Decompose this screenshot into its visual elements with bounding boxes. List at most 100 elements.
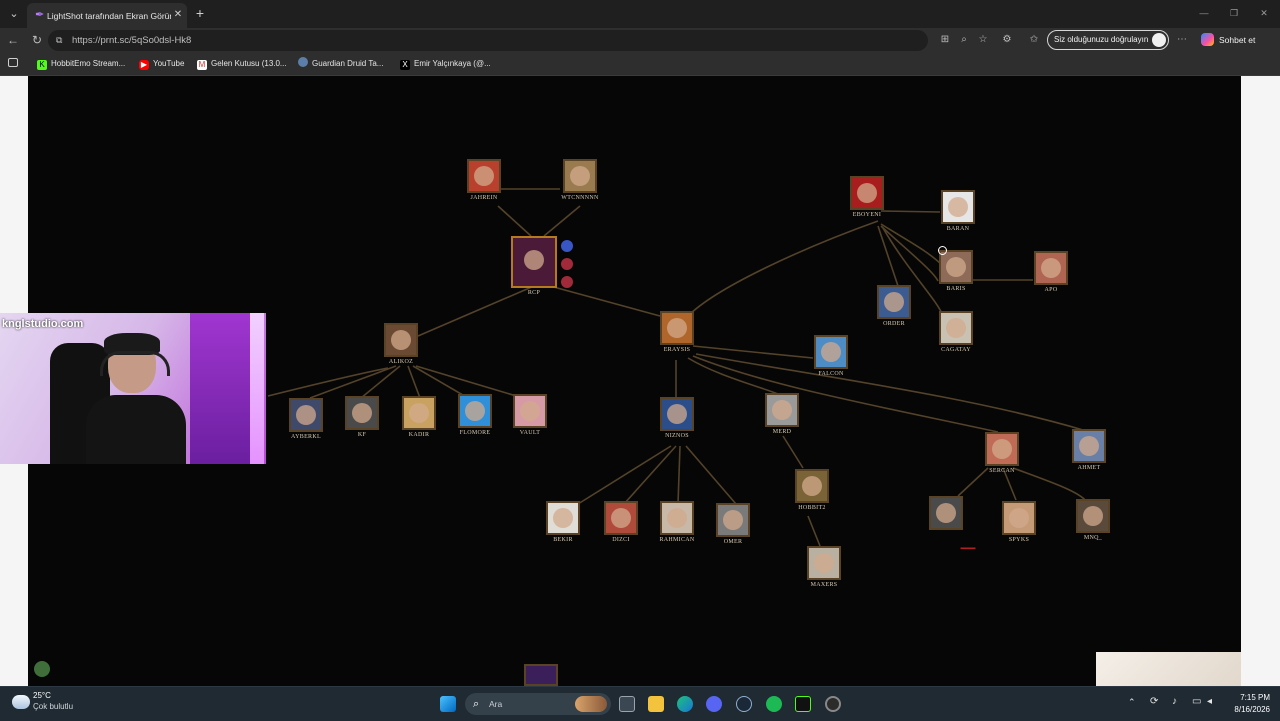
discord-icon[interactable] — [706, 696, 722, 712]
avatar — [948, 197, 968, 217]
bookmark-gmail[interactable]: M Gelen Kutusu (13.0... — [197, 57, 287, 71]
cut-off-node — [524, 664, 558, 686]
profile-verify-button[interactable]: Siz olduğunuzu doğrulayın — [1047, 30, 1169, 50]
start-windows-icon[interactable] — [440, 696, 456, 712]
url-text[interactable]: https://prnt.sc/5qSo0dsl-Hk8 — [72, 33, 372, 48]
tree-node-rahmican — [660, 501, 694, 535]
weather-cloud-icon[interactable] — [12, 695, 30, 709]
profile-avatar — [1152, 33, 1166, 47]
tree-node-label-eboyeni: EBOYENI — [852, 212, 882, 218]
refresh-icon[interactable]: ↻ — [30, 33, 44, 47]
pepe-emote-icon — [34, 661, 50, 677]
avatar — [352, 403, 372, 423]
avatar — [814, 553, 834, 573]
avatar — [857, 183, 877, 203]
bookmarks-bar: K HobbitEmo Stream... ▶ YouTube M Gelen Kut… — [0, 53, 1280, 76]
tree-node-eboyeni — [850, 176, 884, 210]
tree-node-label-cagatay: CAGATAY — [941, 347, 971, 353]
avatar — [296, 405, 316, 425]
clock-date: 8/16/2026 — [1234, 705, 1270, 714]
tree-node-label-rcp: RCP — [527, 290, 541, 296]
tree-node-jahrein — [467, 159, 501, 193]
red-badge-icon — [561, 258, 573, 270]
bookmark-kick[interactable]: K HobbitEmo Stream... — [37, 57, 125, 71]
bookmark-x[interactable]: X Emir Yalçınkaya (@... — [400, 57, 491, 71]
copilot-icon[interactable] — [1201, 33, 1214, 46]
avatar — [409, 403, 429, 423]
spotify-icon[interactable] — [766, 696, 782, 712]
taskbar-search[interactable]: ⌕ Ara — [465, 693, 611, 715]
back-icon[interactable]: ← — [6, 33, 20, 47]
bookmark-guardian-druid[interactable]: Guardian Druid Ta... — [298, 57, 383, 71]
restore-icon[interactable]: ❐ — [1226, 7, 1242, 19]
youtube-icon: ▶ — [139, 60, 149, 70]
close-tab-icon[interactable]: ✕ — [172, 8, 184, 22]
sidebar-toggle-icon[interactable] — [8, 57, 22, 71]
sync-icon[interactable]: ⟳ — [1150, 696, 1158, 707]
chat-button[interactable]: Sohbet et — [1219, 33, 1259, 47]
corner-overlay — [1096, 652, 1241, 686]
kick-icon: K — [37, 60, 47, 70]
red-badge-icon-2 — [561, 276, 573, 288]
tree-node-baris — [939, 250, 973, 284]
tree-node-label-alikoz: ALIKOZ — [388, 359, 414, 365]
tree-node-ahmet — [1072, 429, 1106, 463]
tree-node-label-erayyis: ERAYSIS — [663, 347, 691, 353]
avatar — [946, 257, 966, 277]
edge-icon[interactable] — [677, 696, 693, 712]
tree-node-label-spyks: SPYKS — [1008, 537, 1030, 543]
bookmark-youtube[interactable]: ▶ YouTube — [139, 57, 184, 71]
more-menu-icon[interactable]: ⋯ — [1176, 34, 1188, 46]
file-explorer-icon[interactable] — [648, 696, 664, 712]
chevron-up-icon[interactable]: ⌃ — [1128, 697, 1136, 708]
tree-node-baran — [941, 190, 975, 224]
gmail-icon: M — [197, 60, 207, 70]
tab-list-icon[interactable]: ⌄ — [6, 6, 22, 22]
tree-node-spyks — [1002, 501, 1036, 535]
favorite-star-icon[interactable]: ☆ — [977, 34, 989, 46]
weather-temperature[interactable]: 25°C — [33, 691, 51, 701]
close-window-icon[interactable]: ✕ — [1256, 7, 1272, 19]
network-icon[interactable]: ▭ — [1192, 696, 1201, 707]
clock[interactable]: 7:15 PM 8/16/2026 — [1220, 692, 1270, 716]
tree-node-alikoz — [384, 323, 418, 357]
site-info-icon[interactable]: ⧉ — [56, 34, 68, 46]
tree-node-label-falcon: FALCON — [818, 371, 844, 377]
avatar — [391, 330, 411, 350]
address-bar[interactable]: ⧉ https://prnt.sc/5qSo0dsl-Hk8 — [48, 30, 928, 51]
tree-node-label-apo: APO — [1044, 287, 1058, 293]
new-tab-icon[interactable]: + — [193, 6, 207, 20]
webcam-watermark: knglstudio.com — [2, 318, 84, 330]
tree-node-apo — [1034, 251, 1068, 285]
task-view-icon[interactable] — [619, 696, 635, 712]
steam-icon[interactable] — [736, 696, 752, 712]
avatar — [1083, 506, 1103, 526]
avatar — [723, 510, 743, 530]
zoom-icon[interactable]: ⌕ — [958, 34, 970, 46]
tab-lightshot[interactable]: ✒ LightShot tarafından Ekran Görüntüsü ✕ — [27, 3, 187, 28]
search-highlight-icon — [575, 696, 607, 712]
app-available-icon[interactable]: ⊞ — [939, 34, 951, 46]
tree-node-omer — [716, 503, 750, 537]
search-placeholder: Ara — [489, 699, 503, 709]
terminal-icon[interactable] — [795, 696, 811, 712]
avatar — [992, 439, 1012, 459]
avatar — [1009, 508, 1029, 528]
tree-node-mnq — [1076, 499, 1110, 533]
microphone-icon[interactable]: ♪ — [1172, 696, 1177, 707]
minimize-icon[interactable]: — — [1196, 7, 1212, 19]
weather-description[interactable]: Çok bulutlu — [33, 702, 73, 712]
clock-time: 7:15 PM — [1240, 693, 1270, 702]
tree-node-sercan — [985, 432, 1019, 466]
obs-icon[interactable] — [825, 696, 841, 712]
favorites-icon[interactable]: ✩ — [1028, 34, 1040, 46]
avatar — [667, 508, 687, 528]
tree-node-erayyis — [660, 311, 694, 345]
tree-node-flomore — [458, 394, 492, 428]
tree-node-cagatay — [939, 311, 973, 345]
profile-verify-label: Siz olduğunuzu doğrulayın — [1054, 35, 1149, 44]
volume-icon[interactable]: ◂ — [1207, 696, 1212, 707]
tree-node-label-baran: BARAN — [946, 226, 970, 232]
tree-node-dizci — [604, 501, 638, 535]
extensions-icon[interactable]: ⚙ — [1001, 34, 1013, 46]
